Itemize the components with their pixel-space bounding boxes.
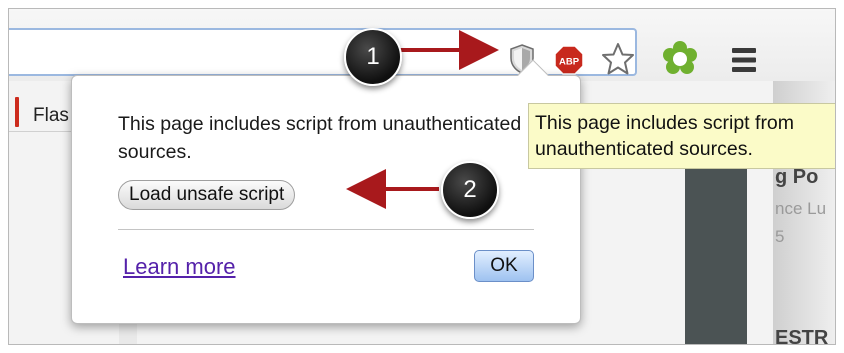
annotation-arrows bbox=[346, 30, 499, 209]
screenshot-frame: Flas g Po nce Lu 5 ESTR ABP This page in… bbox=[8, 8, 836, 345]
callout-badge-1: 1 bbox=[344, 28, 402, 86]
callout-badge-2: 2 bbox=[441, 161, 499, 219]
